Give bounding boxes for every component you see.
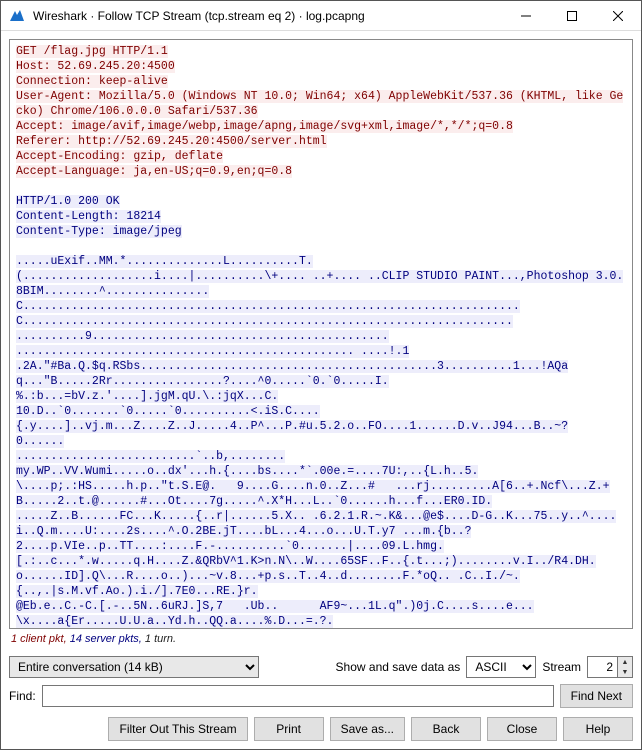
window-controls (503, 1, 641, 30)
server-data: ..........................`..b,........ (16, 450, 285, 463)
server-data: .....uExif..MM.*..............L.........… (16, 255, 313, 268)
show-save-label: Show and save data as (336, 660, 461, 674)
server-data: ........................................… (16, 345, 409, 358)
controls-row-1: Entire conversation (14 kB) Show and sav… (9, 653, 633, 681)
server-data: HTTP/1.0 200 OK (16, 195, 120, 208)
back-button[interactable]: Back (411, 717, 481, 741)
turn-count: 1 turn. (142, 633, 176, 645)
server-data: 0...... (16, 435, 64, 448)
stream-number-input[interactable] (587, 656, 617, 678)
minimize-button[interactable] (503, 1, 549, 30)
client-data: Accept-Language: ja,en-US;q=0.9,en;q=0.8 (16, 165, 292, 178)
find-input[interactable] (42, 685, 554, 707)
content-area: GET /flag.jpg HTTP/1.1 Host: 52.69.245.2… (1, 31, 641, 749)
close-button[interactable] (595, 1, 641, 30)
client-data: Accept: image/avif,image/webp,image/apng… (16, 120, 513, 133)
button-row: Filter Out This Stream Print Save as... … (9, 711, 633, 741)
client-data: Host: 52.69.245.20:4500 (16, 60, 175, 73)
client-data: User-Agent: Mozilla/5.0 (Windows NT 10.0… (16, 90, 623, 118)
window-title: Wireshark · Follow TCP Stream (tcp.strea… (33, 9, 503, 23)
server-data: Content-Type: image/jpeg (16, 225, 182, 238)
server-data: my.WP..VV.Wumi.....o..dx'...h.{....bs...… (16, 465, 478, 478)
maximize-button[interactable] (549, 1, 595, 30)
server-data: \x....a{Er.....U.U.a..Yd.h..QQ.a....%.D.… (16, 615, 333, 628)
find-row: Find: Find Next (9, 681, 633, 711)
status-line: 1 client pkt, 14 server pkts, 1 turn. (9, 629, 633, 653)
conversation-select[interactable]: Entire conversation (14 kB) (9, 656, 259, 678)
server-data: 10.D..`0.......`0.....`0..........<.iS.C… (16, 405, 320, 418)
find-next-button[interactable]: Find Next (560, 684, 633, 708)
stream-content[interactable]: GET /flag.jpg HTTP/1.1 Host: 52.69.245.2… (9, 39, 633, 629)
server-data: .2A."#Ba.Q.$q.RSbs......................… (16, 360, 568, 388)
titlebar: Wireshark · Follow TCP Stream (tcp.strea… (1, 1, 641, 31)
wireshark-window: Wireshark · Follow TCP Stream (tcp.strea… (0, 0, 642, 750)
help-button[interactable]: Help (563, 717, 633, 741)
filter-out-button[interactable]: Filter Out This Stream (108, 717, 247, 741)
server-data: 2....p.VIe..p..TT....:....F.-..........`… (16, 540, 444, 553)
server-data: Content-Length: 18214 (16, 210, 161, 223)
server-data: {.y....]..vj.m...Z....Z..J.....4..P^...P… (16, 420, 568, 433)
format-select[interactable]: ASCII (466, 656, 536, 678)
client-data: GET /flag.jpg HTTP/1.1 (16, 45, 168, 58)
server-data: %.:b...=bV.z.'....].jgM.qU.\.:jqX...C. (16, 390, 278, 403)
client-data: Accept-Encoding: gzip, deflate (16, 150, 223, 163)
stream-up-button[interactable]: ▲ (618, 657, 632, 667)
stream-label: Stream (542, 660, 581, 674)
close-dialog-button[interactable]: Close (487, 717, 557, 741)
client-data: Referer: http://52.69.245.20:4500/server… (16, 135, 327, 148)
server-data: {..,.|s.M.vf.Ao.).i./].7E0...RE.}r. (16, 585, 258, 598)
server-data: [.:..c...*.w.....q.H....Z.&QRbV^1.K>n.N\… (16, 555, 596, 583)
stream-down-button[interactable]: ▼ (618, 667, 632, 677)
find-label: Find: (9, 689, 36, 703)
server-pkt-count: 14 server pkts, (67, 633, 142, 645)
client-data: Connection: keep-alive (16, 75, 168, 88)
server-data: (...................i....|..........\+..… (16, 270, 623, 328)
app-icon (9, 8, 25, 24)
server-data: ..........9.............................… (16, 330, 389, 343)
save-as-button[interactable]: Save as... (330, 717, 405, 741)
stream-spinner: ▲ ▼ (587, 656, 633, 678)
print-button[interactable]: Print (254, 717, 324, 741)
client-pkt-count: 1 client pkt, (11, 633, 67, 645)
server-data: @Eb.e..C.-C.[.-..5N..6uRJ.]S,7 .Ub.. AF9… (16, 600, 534, 613)
server-data: \....p;.:HS.....h.p.."t.S.E@. 9....G....… (16, 480, 610, 508)
server-data: .....Z..B......FC...K.....{..r|......5.X… (16, 510, 616, 538)
